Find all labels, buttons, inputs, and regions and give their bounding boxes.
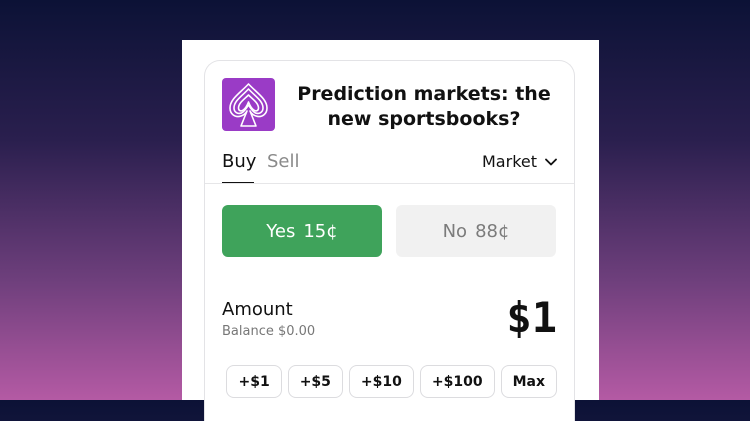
balance-text: Balance $0.00 xyxy=(222,324,316,339)
trade-panel-sheet: Prediction markets: the new sportsbooks?… xyxy=(182,40,599,421)
order-type-dropdown[interactable]: Market xyxy=(482,152,557,172)
order-type-label: Market xyxy=(482,152,537,171)
amount-label: Amount xyxy=(222,299,293,320)
spade-icon xyxy=(222,78,275,131)
yes-outcome-button[interactable]: Yes 15¢ xyxy=(222,205,382,257)
market-header: Prediction markets: the new sportsbooks? xyxy=(222,78,557,134)
tabs-divider xyxy=(205,183,574,184)
max-button[interactable]: Max xyxy=(500,365,557,398)
no-label: No xyxy=(442,220,468,242)
no-outcome-button[interactable]: No 88¢ xyxy=(396,205,556,257)
trade-tabs: Buy Sell Market xyxy=(222,151,557,184)
tab-sell[interactable]: Sell xyxy=(267,151,300,173)
trade-card: Prediction markets: the new sportsbooks?… xyxy=(204,60,575,421)
chevron-down-icon xyxy=(545,158,557,166)
yes-price: 15¢ xyxy=(303,220,338,242)
no-price: 88¢ xyxy=(475,220,510,242)
market-title: Prediction markets: the new sportsbooks? xyxy=(297,83,551,130)
tab-buy[interactable]: Buy xyxy=(222,151,256,173)
amount-value[interactable]: $1 xyxy=(506,293,557,342)
add-100-button[interactable]: +$100 xyxy=(419,365,495,398)
add-1-button[interactable]: +$1 xyxy=(226,365,282,398)
quick-amount-buttons: +$1 +$5 +$10 +$100 Max xyxy=(226,365,557,398)
add-5-button[interactable]: +$5 xyxy=(287,365,343,398)
add-10-button[interactable]: +$10 xyxy=(348,365,414,398)
yes-label: Yes xyxy=(266,220,296,242)
